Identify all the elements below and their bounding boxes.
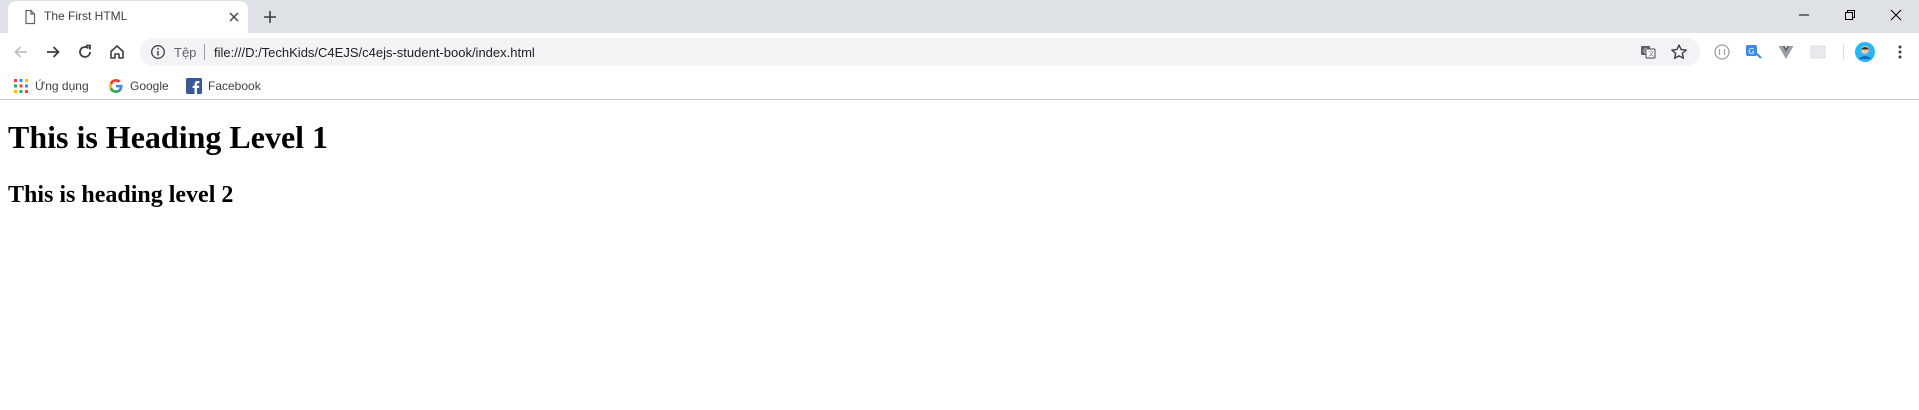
reload-button[interactable] — [75, 42, 95, 62]
svg-text:文: 文 — [1648, 50, 1654, 58]
restore-button[interactable] — [1827, 0, 1873, 30]
address-bar[interactable]: Tệp file:///D:/TechKids/C4EJS/c4ejs-stud… — [140, 38, 1700, 66]
home-button[interactable] — [107, 42, 127, 62]
bookmark-label: Ứng dụng — [35, 79, 89, 93]
close-tab-icon[interactable] — [226, 9, 242, 25]
bookmark-label: Facebook — [208, 79, 261, 93]
bookmark-facebook[interactable]: Facebook — [186, 76, 261, 96]
facebook-icon — [186, 78, 202, 94]
tab-title: The First HTML — [44, 9, 128, 23]
extension-square-icon[interactable] — [1809, 43, 1827, 61]
forward-button[interactable] — [43, 42, 63, 62]
new-tab-button[interactable] — [260, 7, 280, 27]
extension-circle-icon[interactable] — [1713, 43, 1731, 61]
minimize-button[interactable] — [1781, 0, 1827, 30]
svg-text:G: G — [1748, 47, 1754, 56]
google-icon — [108, 78, 124, 94]
tab-strip: The First HTML — [0, 0, 1919, 33]
page-content: This is Heading Level 1 This is heading … — [0, 101, 1919, 410]
toolbar: Tệp file:///D:/TechKids/C4EJS/c4ejs-stud… — [0, 33, 1919, 71]
document-icon — [22, 9, 38, 25]
bookmarks-bar: Ứng dụng Google Facebook — [0, 71, 1919, 100]
bookmark-star-icon[interactable] — [1670, 43, 1688, 61]
heading-level-1: This is Heading Level 1 — [8, 119, 329, 155]
translate-extension-icon[interactable]: G — [1745, 43, 1763, 61]
vuejs-devtools-icon[interactable] — [1777, 43, 1795, 61]
info-icon[interactable] — [150, 44, 166, 60]
apps-grid-icon — [13, 78, 29, 94]
heading-level-2: This is heading level 2 — [8, 182, 234, 208]
translate-icon[interactable]: G文 — [1640, 44, 1656, 60]
scheme-label: Tệp — [174, 45, 197, 60]
toolbar-divider — [1843, 44, 1844, 60]
bookmark-apps[interactable]: Ứng dụng — [13, 76, 89, 96]
url-text[interactable]: file:///D:/TechKids/C4EJS/c4ejs-student-… — [214, 45, 535, 60]
avatar[interactable] — [1855, 42, 1875, 62]
bookmark-google[interactable]: Google — [108, 76, 169, 96]
close-window-button[interactable] — [1873, 0, 1919, 30]
back-button[interactable] — [11, 42, 31, 62]
tab-active[interactable]: The First HTML — [8, 1, 248, 33]
bookmark-label: Google — [130, 79, 169, 93]
omnibox-divider — [204, 44, 205, 60]
more-menu-icon[interactable] — [1891, 43, 1909, 61]
